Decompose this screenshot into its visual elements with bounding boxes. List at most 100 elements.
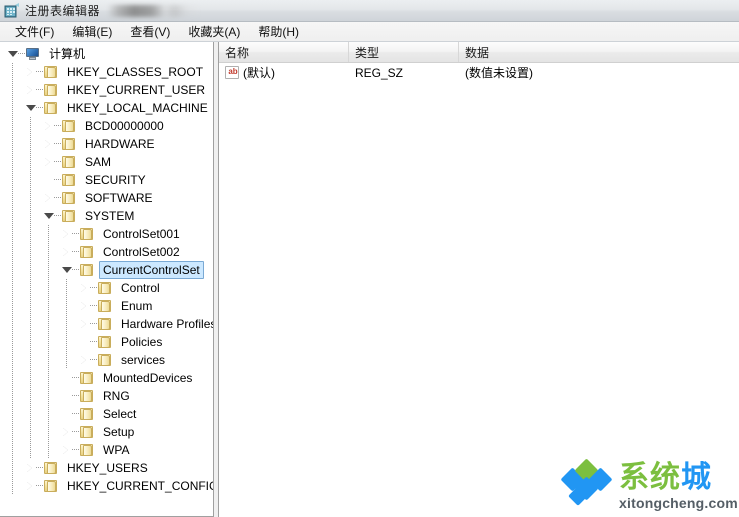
menu-file[interactable]: 文件(F) <box>6 21 63 43</box>
tree-item-controlset002[interactable]: ControlSet002 <box>0 243 213 261</box>
tree-item-hkey-users[interactable]: HKEY_USERS <box>0 459 213 477</box>
tree-item-sam[interactable]: SAM <box>0 153 213 171</box>
tree-item-policies[interactable]: Policies <box>0 333 213 351</box>
menu-help[interactable]: 帮助(H) <box>249 21 308 43</box>
tree-item-system[interactable]: SYSTEM <box>0 207 213 225</box>
tree-item-rng[interactable]: RNG <box>0 387 213 405</box>
menu-favorites[interactable]: 收藏夹(A) <box>179 21 249 43</box>
tree-guide-line <box>30 315 31 333</box>
chevron-right-icon[interactable] <box>24 459 36 477</box>
tree-item-hardware[interactable]: HARDWARE <box>0 135 213 153</box>
tree-item-software[interactable]: SOFTWARE <box>0 189 213 207</box>
chevron-right-icon[interactable] <box>60 441 72 459</box>
chevron-right-icon[interactable] <box>42 189 54 207</box>
tree-guide-line <box>66 315 67 333</box>
tree-guide-line <box>30 171 31 189</box>
tree-guide-line <box>12 171 13 189</box>
value-data-cell: (数值未设置) <box>465 66 533 80</box>
tree-item-label: Select <box>103 407 137 421</box>
tree-item-services[interactable]: services <box>0 351 213 369</box>
chevron-right-icon[interactable] <box>78 315 90 333</box>
tree-connector <box>72 261 79 279</box>
tree-item-security[interactable]: SECURITY <box>0 171 213 189</box>
tree-connector <box>90 315 97 333</box>
tree-item-label: Policies <box>121 335 163 349</box>
tree-item-label: SOFTWARE <box>85 191 153 205</box>
title-bar[interactable]: 注册表编辑器 <box>0 0 739 22</box>
menu-view[interactable]: 查看(V) <box>121 21 179 43</box>
chevron-down-icon[interactable] <box>24 99 36 117</box>
chevron-right-icon[interactable] <box>78 279 90 297</box>
column-name[interactable]: 名称 <box>219 42 349 62</box>
registry-values-pane[interactable]: 名称 类型 数据 (默认) REG_SZ (数值未设置) <box>218 42 739 517</box>
chevron-down-icon[interactable] <box>60 261 72 279</box>
chevron-right-icon[interactable] <box>78 297 90 315</box>
tree-item-select[interactable]: Select <box>0 405 213 423</box>
tree-item-label: RNG <box>103 389 130 403</box>
tree-guide-line <box>66 333 67 351</box>
tree-guide-line <box>30 351 31 369</box>
tree-item-[interactable]: 计算机 <box>0 45 213 63</box>
tree-guide-line <box>12 351 13 369</box>
chevron-down-icon[interactable] <box>6 45 18 63</box>
tree-connector <box>90 333 97 351</box>
tree-connector <box>54 153 61 171</box>
tree-guide-line <box>12 63 13 81</box>
tree-guide-line <box>30 279 31 297</box>
tree-connector <box>36 99 43 117</box>
tree-connector <box>72 243 79 261</box>
tree-item-enum[interactable]: Enum <box>0 297 213 315</box>
registry-tree: 计算机 HKEY_CLASSES_ROOT HKEY_CURRENT_USER HKE… <box>0 42 213 495</box>
tree-guide-line <box>12 117 13 135</box>
tree-item-label: CurrentControlSet <box>99 261 204 279</box>
tree-item-hkey-current-config[interactable]: HKEY_CURRENT_CONFIG <box>0 477 213 495</box>
tree-connector <box>54 117 61 135</box>
tree-connector <box>72 441 79 459</box>
chevron-right-icon[interactable] <box>42 135 54 153</box>
chevron-right-icon[interactable] <box>42 117 54 135</box>
menu-edit[interactable]: 编辑(E) <box>63 21 121 43</box>
chevron-right-icon[interactable] <box>60 225 72 243</box>
folder-icon <box>79 425 95 439</box>
tree-guide-line <box>12 81 13 99</box>
chevron-right-icon[interactable] <box>24 477 36 495</box>
tree-item-label: ControlSet001 <box>103 227 180 241</box>
values-list-row[interactable]: (默认) REG_SZ (数值未设置) <box>219 63 739 82</box>
tree-item-hkey-classes-root[interactable]: HKEY_CLASSES_ROOT <box>0 63 213 81</box>
chevron-right-icon[interactable] <box>24 81 36 99</box>
tree-item-label: ControlSet002 <box>103 245 180 259</box>
tree-connector <box>54 189 61 207</box>
computer-icon <box>25 47 41 61</box>
chevron-right-icon[interactable] <box>78 351 90 369</box>
registry-tree-pane[interactable]: 计算机 HKEY_CLASSES_ROOT HKEY_CURRENT_USER HKE… <box>0 42 214 517</box>
tree-guide-line <box>12 405 13 423</box>
tree-item-hkey-local-machine[interactable]: HKEY_LOCAL_MACHINE <box>0 99 213 117</box>
tree-item-hkey-current-user[interactable]: HKEY_CURRENT_USER <box>0 81 213 99</box>
folder-icon <box>43 83 59 97</box>
tree-item-control[interactable]: Control <box>0 279 213 297</box>
folder-icon <box>43 65 59 79</box>
column-data[interactable]: 数据 <box>459 42 739 62</box>
chevron-right-icon[interactable] <box>24 63 36 81</box>
tree-guide-line <box>48 369 49 387</box>
tree-guide-line <box>12 423 13 441</box>
tree-guide-line <box>66 297 67 315</box>
chevron-right-icon[interactable] <box>42 153 54 171</box>
tree-item-controlset001[interactable]: ControlSet001 <box>0 225 213 243</box>
tree-item-setup[interactable]: Setup <box>0 423 213 441</box>
tree-item-currentcontrolset[interactable]: CurrentControlSet <box>0 261 213 279</box>
folder-icon <box>61 155 77 169</box>
chevron-down-icon[interactable] <box>42 207 54 225</box>
tree-item-hardware-profiles[interactable]: Hardware Profiles <box>0 315 213 333</box>
tree-item-label: SECURITY <box>85 173 146 187</box>
tree-item-wpa[interactable]: WPA <box>0 441 213 459</box>
tree-guide-line <box>30 441 31 459</box>
tree-item-bcd00000000[interactable]: BCD00000000 <box>0 117 213 135</box>
string-value-icon <box>225 66 240 79</box>
folder-icon <box>97 281 113 295</box>
tree-connector <box>36 459 43 477</box>
tree-item-mounteddevices[interactable]: MountedDevices <box>0 369 213 387</box>
column-type[interactable]: 类型 <box>349 42 459 62</box>
chevron-right-icon[interactable] <box>60 243 72 261</box>
chevron-right-icon[interactable] <box>60 423 72 441</box>
